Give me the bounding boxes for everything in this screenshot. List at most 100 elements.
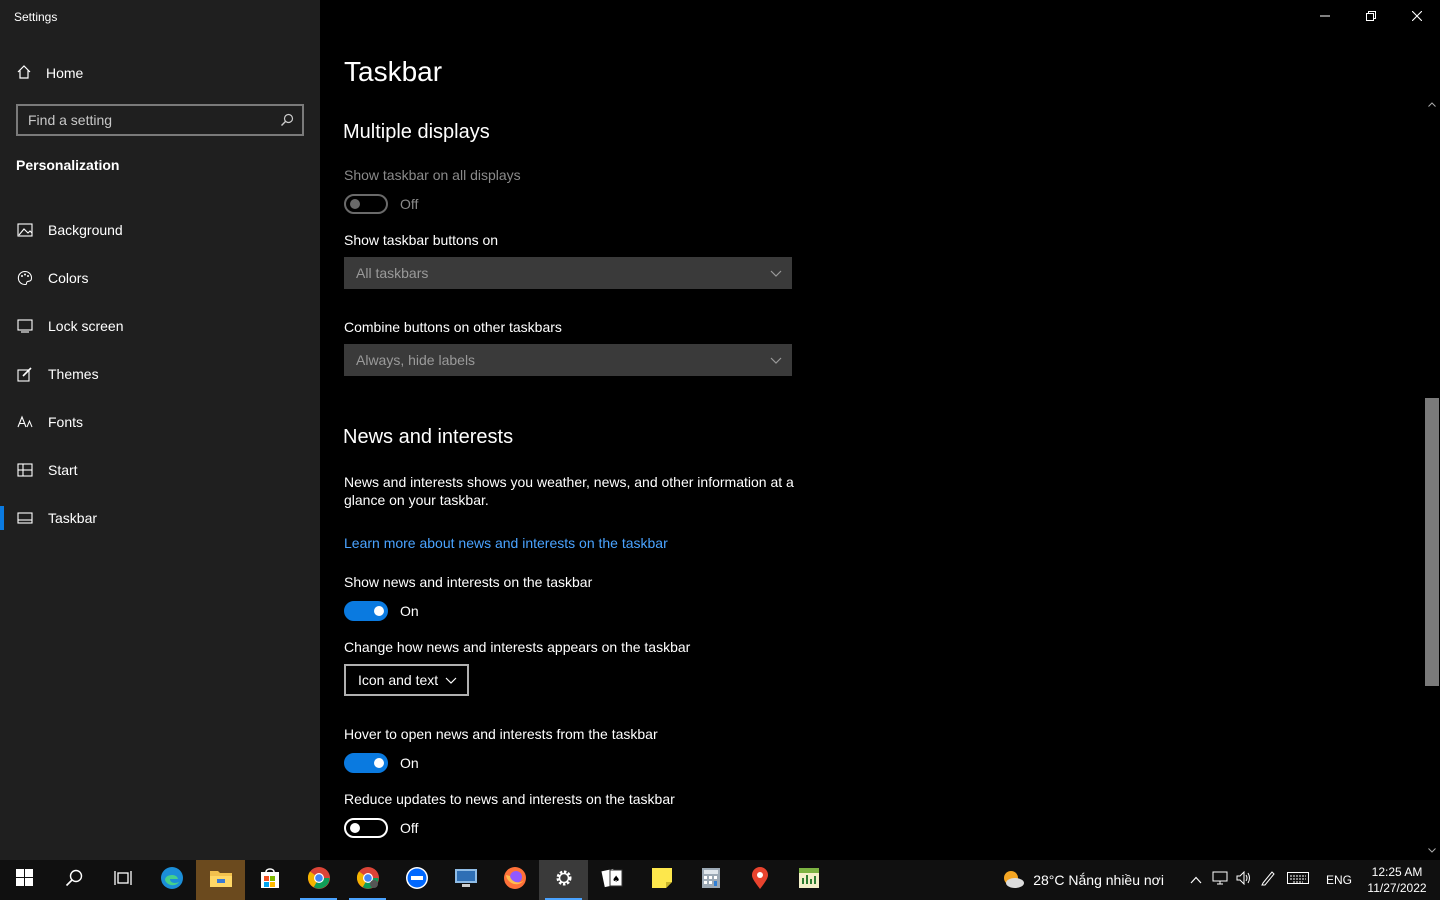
- zalo-app[interactable]: [392, 860, 441, 900]
- multiple-displays-heading: Multiple displays: [343, 121, 490, 143]
- sidebar-item-label: Start: [48, 462, 78, 478]
- search-box[interactable]: [16, 104, 304, 136]
- taskbar: ♠ 28°C Nắng nhiều nơi ENG 12:25 AM 11/27…: [0, 860, 1440, 900]
- volume-tray-button[interactable]: [1232, 860, 1256, 900]
- combine-buttons-select[interactable]: Always, hide labels: [344, 344, 792, 376]
- show-news-toggle[interactable]: On: [344, 601, 419, 621]
- taskbar-icon: [16, 509, 34, 527]
- sidebar-item-colors[interactable]: Colors: [0, 254, 320, 302]
- toggle-state: On: [400, 755, 419, 771]
- chevron-down-icon: [770, 265, 782, 281]
- sidebar-item-label: Taskbar: [48, 510, 98, 526]
- toggle-switch[interactable]: [344, 194, 388, 214]
- toggle-switch[interactable]: [344, 818, 388, 838]
- sticky-notes-app[interactable]: [637, 860, 686, 900]
- sidebar-item-start[interactable]: Start: [0, 446, 320, 494]
- sidebar-item-label: Colors: [48, 270, 89, 286]
- chrome-profile-app[interactable]: [343, 860, 392, 900]
- reduce-updates-label: Reduce updates to news and interests on …: [344, 791, 675, 807]
- store-app[interactable]: [245, 860, 294, 900]
- appearance-select[interactable]: Icon and text: [344, 664, 469, 696]
- buttons-on-select[interactable]: All taskbars: [344, 257, 792, 289]
- spreadsheet-icon: [798, 867, 820, 894]
- select-value: Icon and text: [358, 672, 439, 688]
- chevron-up-icon: [1190, 871, 1202, 889]
- network-tray-button[interactable]: [1208, 860, 1232, 900]
- pen-tray-button[interactable]: [1256, 860, 1280, 900]
- combine-buttons-label: Combine buttons on other taskbars: [344, 319, 562, 335]
- toggle-switch[interactable]: [344, 753, 388, 773]
- appearance-label: Change how news and interests appears on…: [344, 639, 691, 655]
- firefox-app[interactable]: [490, 860, 539, 900]
- sidebar-item-themes[interactable]: Themes: [0, 350, 320, 398]
- sun-cloud-icon: [1001, 869, 1025, 892]
- sidebar-item-lock-screen[interactable]: Lock screen: [0, 302, 320, 350]
- home-label: Home: [46, 65, 84, 81]
- sidebar-item-background[interactable]: Background: [0, 206, 320, 254]
- edge-icon: [160, 866, 184, 895]
- start-icon: [16, 461, 34, 479]
- input-language[interactable]: ENG: [1326, 873, 1352, 887]
- chrome-app[interactable]: [294, 860, 343, 900]
- chevron-down-icon: [445, 672, 457, 688]
- app-title: Settings: [14, 10, 58, 24]
- sidebar-item-fonts[interactable]: Fonts: [0, 398, 320, 446]
- main-content: Taskbar Multiple displays Show taskbar o…: [320, 0, 1440, 860]
- scroll-up-arrow[interactable]: [1424, 96, 1440, 112]
- lock-screen-icon: [16, 317, 34, 335]
- brush-icon: [16, 365, 34, 383]
- scroll-down-arrow[interactable]: [1424, 842, 1440, 858]
- clock-date: 11/27/2022: [1367, 881, 1427, 895]
- touch-keyboard-button[interactable]: [1280, 860, 1316, 900]
- calculator-app[interactable]: [686, 860, 735, 900]
- page-title: Taskbar: [344, 56, 443, 87]
- toggle-switch[interactable]: [344, 601, 388, 621]
- task-view-icon: [113, 870, 132, 891]
- buttons-on-label: Show taskbar buttons on: [344, 232, 499, 248]
- remote-desktop-app[interactable]: [441, 860, 490, 900]
- toggle-state: Off: [400, 820, 419, 836]
- hover-open-toggle[interactable]: On: [344, 753, 419, 773]
- task-view-button[interactable]: [98, 860, 147, 900]
- reduce-updates-toggle[interactable]: Off: [344, 818, 418, 838]
- scrollbar-thumb[interactable]: [1425, 398, 1439, 686]
- show-all-displays-toggle[interactable]: Off: [344, 194, 418, 214]
- font-icon: [16, 413, 34, 431]
- folder-icon: [209, 868, 233, 893]
- chrome-icon: [356, 866, 380, 895]
- edge-app[interactable]: [147, 860, 196, 900]
- store-icon: [259, 867, 281, 894]
- clock[interactable]: 12:25 AM 11/27/2022: [1362, 864, 1432, 896]
- news-interests-heading: News and interests: [343, 426, 514, 448]
- svg-text:♠: ♠: [611, 875, 619, 885]
- file-explorer-app[interactable]: [196, 860, 245, 900]
- palette-icon: [16, 269, 34, 287]
- home-nav[interactable]: Home: [16, 60, 83, 86]
- maps-app[interactable]: [735, 860, 784, 900]
- start-button[interactable]: [0, 860, 49, 900]
- toggle-state: On: [400, 603, 419, 619]
- sticky-note-icon: [651, 867, 673, 894]
- settings-app[interactable]: [539, 860, 588, 900]
- sidebar-item-label: Lock screen: [48, 318, 124, 334]
- search-icon[interactable]: [272, 113, 302, 127]
- sidebar-nav: Background Colors Lock screen Themes Fon…: [0, 206, 320, 542]
- sidebar-item-label: Fonts: [48, 414, 84, 430]
- search-input[interactable]: [18, 106, 272, 134]
- show-all-displays-label: Show taskbar on all displays: [344, 167, 521, 183]
- weather-text: 28°C Nắng nhiều nơi: [1033, 872, 1164, 888]
- solitaire-app[interactable]: ♠: [588, 860, 637, 900]
- learn-more-link[interactable]: Learn more about news and interests on t…: [344, 535, 668, 551]
- firefox-icon: [503, 866, 527, 895]
- map-pin-icon: [750, 866, 770, 895]
- calculator-icon: [701, 867, 721, 894]
- taskbar-search-button[interactable]: [49, 860, 98, 900]
- sidebar-item-taskbar[interactable]: Taskbar: [0, 494, 320, 542]
- system-tray: 28°C Nắng nhiều nơi ENG 12:25 AM 11/27/2…: [1001, 860, 1440, 900]
- excel-app[interactable]: [784, 860, 833, 900]
- section-personalization: Personalization: [16, 157, 120, 173]
- select-value: Always, hide labels: [356, 352, 476, 368]
- weather-widget[interactable]: 28°C Nắng nhiều nơi: [1001, 869, 1164, 892]
- windows-logo-icon: [16, 869, 33, 891]
- show-hidden-icons-button[interactable]: [1184, 860, 1208, 900]
